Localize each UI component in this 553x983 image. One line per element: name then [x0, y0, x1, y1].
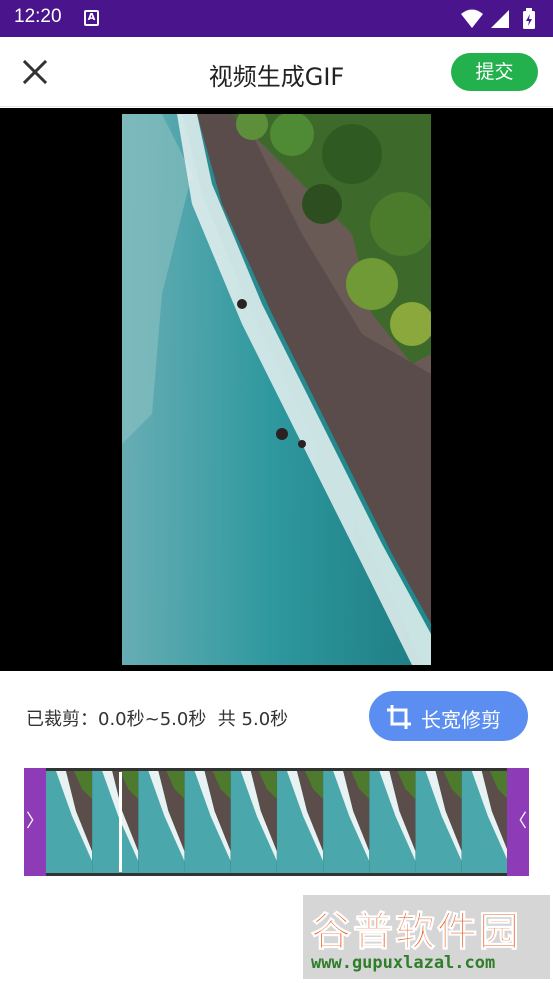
crop-range: 0.0秒~5.0秒 [98, 709, 207, 730]
wifi-icon [461, 9, 483, 28]
battery-charging-icon [523, 8, 535, 29]
status-bar: 12:20 A [0, 0, 553, 37]
status-time: 12:20 [14, 6, 62, 27]
thumbnail [184, 771, 231, 873]
app-bar: 视频生成GIF 提交 [0, 37, 553, 107]
timeline[interactable]: 〉 〈 [24, 768, 529, 876]
thumbnail [230, 771, 277, 873]
crop-total: 共 5.0秒 [217, 709, 289, 730]
video-frame[interactable] [122, 114, 431, 665]
watermark-url: www.gupuxlazal.com [311, 953, 496, 973]
crop-icon [387, 705, 411, 729]
thumbnail [461, 771, 508, 873]
thumbnail [369, 771, 416, 873]
trim-end-handle[interactable]: 〈 [507, 768, 529, 876]
thumbnail [323, 771, 370, 873]
thumbnail [415, 771, 462, 873]
crop-info: 已裁剪：0.0秒~5.0秒 共 5.0秒 [26, 705, 288, 731]
thumbnail [92, 771, 139, 873]
thumbnail [46, 771, 92, 873]
thumbnail [277, 771, 323, 873]
thumbnail [138, 771, 185, 873]
submit-button[interactable]: 提交 [451, 53, 538, 91]
watermark-brand: 谷普软件园 [311, 909, 521, 956]
text-a-icon: A [84, 10, 99, 26]
aspect-crop-button[interactable]: 长宽修剪 [369, 691, 528, 741]
playhead[interactable] [119, 772, 122, 872]
video-preview [0, 108, 553, 671]
crop-info-label: 已裁剪： [26, 709, 98, 730]
status-icons [459, 8, 541, 34]
thumbnail-strip [46, 771, 508, 873]
signal-icon [491, 10, 509, 28]
trim-start-handle[interactable]: 〉 [24, 768, 46, 876]
aspect-crop-label: 长宽修剪 [421, 708, 501, 732]
watermark: 谷普软件园 www.gupuxlazal.com [303, 895, 550, 979]
